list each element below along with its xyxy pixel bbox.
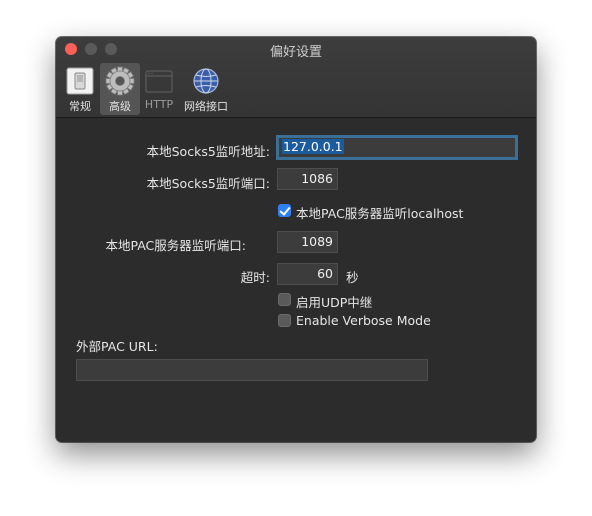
timeout-unit: 秒 <box>346 270 359 285</box>
gear-icon <box>105 66 135 96</box>
window-title: 偏好设置 <box>269 45 322 60</box>
tab-general-label: 常规 <box>69 100 91 113</box>
http-icon <box>145 70 173 93</box>
udp-relay-checkbox[interactable] <box>278 293 291 306</box>
external-pac-label: 外部PAC URL: <box>76 339 158 354</box>
socks-address-value: 127.0.0.1 <box>282 139 344 154</box>
preferences-window: 偏好设置 常规 高级 HTTP 网络接口 本地Socks5监听地址: 127.0… <box>56 37 536 442</box>
tab-advanced[interactable]: 高级 <box>100 63 140 115</box>
pac-localhost-checkbox[interactable] <box>278 204 291 217</box>
pac-port-input[interactable]: 1089 <box>277 231 338 253</box>
tab-http[interactable]: HTTP <box>142 63 176 115</box>
pac-port-label: 本地PAC服务器监听端口: <box>105 238 246 253</box>
tab-network-interface[interactable]: 网络接口 <box>180 63 232 115</box>
verbose-mode-label: Enable Verbose Mode <box>296 313 431 328</box>
external-pac-input[interactable] <box>76 359 428 381</box>
tab-network-interface-label: 网络接口 <box>184 100 228 113</box>
tab-general[interactable]: 常规 <box>62 63 98 115</box>
verbose-mode-checkbox[interactable] <box>278 314 291 327</box>
socks-port-input[interactable]: 1086 <box>277 168 338 190</box>
tab-http-label: HTTP <box>144 98 174 111</box>
globe-icon <box>193 68 219 94</box>
switch-icon <box>66 67 94 95</box>
socks-address-input[interactable]: 127.0.0.1 <box>276 135 518 160</box>
timeout-input[interactable]: 60 <box>277 263 338 285</box>
socks-address-label: 本地Socks5监听地址: <box>146 144 270 159</box>
tab-advanced-label: 高级 <box>109 100 131 113</box>
socks-port-label: 本地Socks5监听端口: <box>146 176 270 191</box>
timeout-label: 超时: <box>240 270 270 285</box>
udp-relay-label: 启用UDP中继 <box>296 295 373 310</box>
pac-localhost-label: 本地PAC服务器监听localhost <box>296 206 464 221</box>
titlebar: 偏好设置 常规 高级 HTTP 网络接口 <box>56 37 536 118</box>
